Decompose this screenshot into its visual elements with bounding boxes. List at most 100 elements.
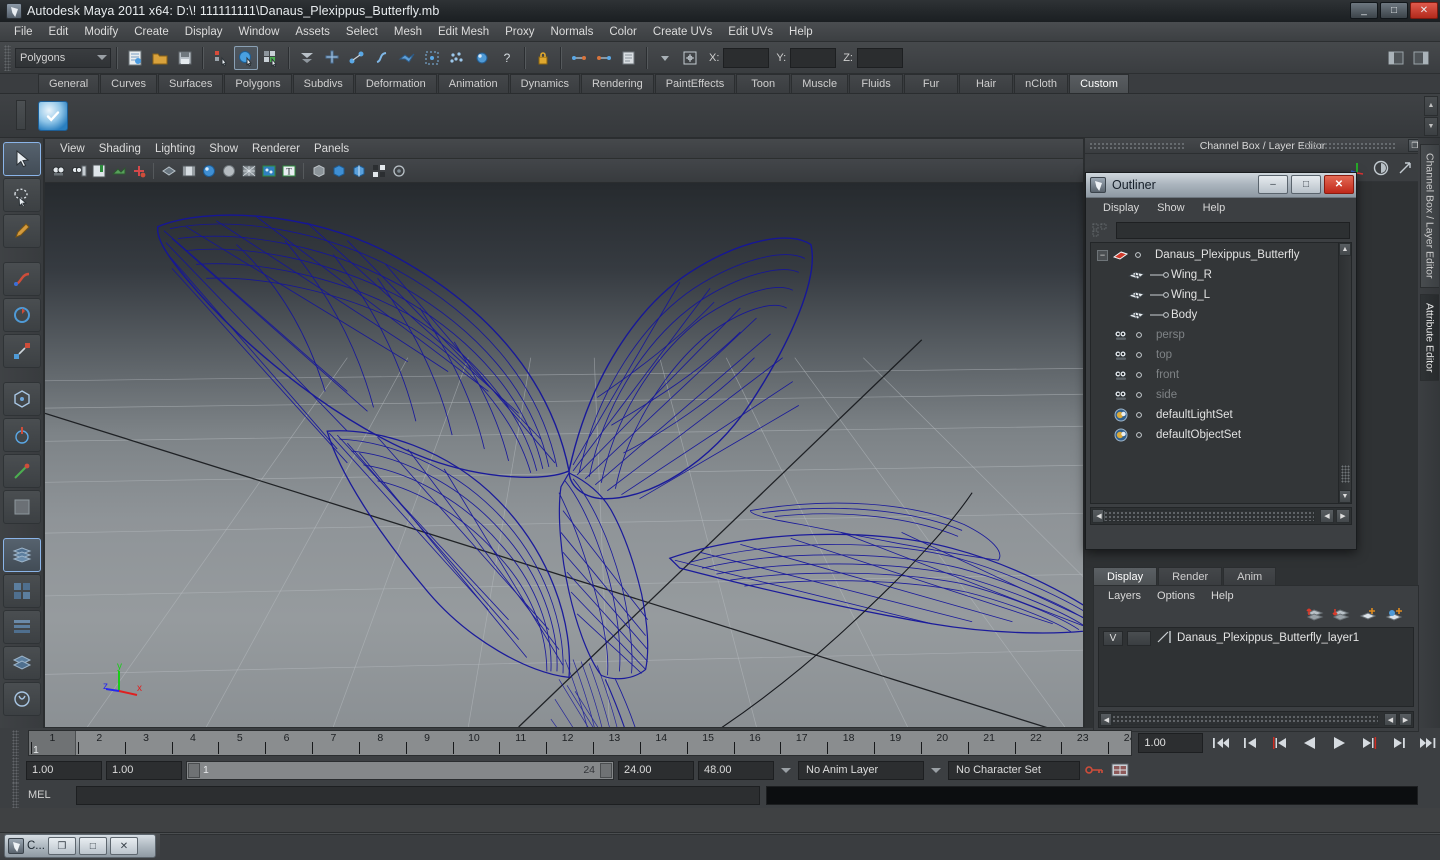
- outliner-item-front[interactable]: front: [1091, 365, 1351, 385]
- layer-menu-options[interactable]: Options: [1149, 588, 1203, 604]
- layer-editor-tab-anim[interactable]: Anim: [1223, 567, 1277, 585]
- shelf-tab-subdivs[interactable]: Subdivs: [292, 74, 354, 93]
- texture-display-icon[interactable]: [259, 161, 278, 180]
- component-mask-icon[interactable]: [295, 46, 319, 70]
- outliner-horizontal-scrollbar[interactable]: ◀ ◀ ▶: [1090, 507, 1352, 525]
- soft-modification-icon[interactable]: [2, 418, 41, 452]
- auto-key-icon[interactable]: [1084, 762, 1106, 778]
- close-button[interactable]: ✕: [1410, 2, 1438, 19]
- show-manipulator-icon[interactable]: [2, 454, 41, 488]
- layout-stack-icon[interactable]: [2, 646, 41, 680]
- new-layer-icon[interactable]: [1358, 606, 1378, 624]
- camera-attributes-icon[interactable]: [69, 161, 88, 180]
- layout-four-pane-icon[interactable]: [2, 574, 41, 608]
- absolute-transform-icon[interactable]: [678, 46, 702, 70]
- shelf-tab-deformation[interactable]: Deformation: [354, 74, 437, 93]
- shelf-tab-animation[interactable]: Animation: [437, 74, 509, 93]
- menu-item-file[interactable]: File: [6, 24, 41, 40]
- shelf-tab-hair[interactable]: Hair: [959, 74, 1014, 93]
- play-backwards-button[interactable]: [1298, 732, 1322, 754]
- render-view-icon[interactable]: [470, 46, 494, 70]
- shelf-tab-painteffects[interactable]: PaintEffects: [654, 74, 736, 93]
- bookmarks-icon[interactable]: [89, 161, 108, 180]
- use-default-material-icon[interactable]: T: [279, 161, 298, 180]
- range-left-handle[interactable]: [188, 762, 200, 778]
- pivot-mode-chevron-icon[interactable]: [653, 46, 677, 70]
- layer-menu-help[interactable]: Help: [1203, 588, 1242, 604]
- character-set-chevron-icon[interactable]: [931, 767, 941, 773]
- outliner-search-input[interactable]: [1116, 221, 1350, 239]
- outliner-tree[interactable]: − Danaus_Plexippus_Butterfly Wing_R Wing_L B…: [1090, 242, 1352, 504]
- layer-horizontal-scrollbar[interactable]: ◀ ◀ ▶: [1098, 711, 1414, 728]
- range-right-handle[interactable]: [600, 762, 612, 778]
- shelf-tab-custom[interactable]: Custom: [1069, 74, 1129, 93]
- menu-item-create[interactable]: Create: [126, 24, 177, 40]
- shelf-scroll-up-icon[interactable]: ▲: [1424, 96, 1438, 116]
- x-coord-field[interactable]: [723, 47, 770, 68]
- anim-layer-field[interactable]: No Anim Layer: [798, 760, 924, 780]
- last-tool-used-icon[interactable]: [2, 490, 41, 524]
- playback-end-time-field[interactable]: 24.00: [618, 760, 694, 780]
- shelf-tab-dynamics[interactable]: Dynamics: [509, 74, 580, 93]
- menuset-selector[interactable]: Polygons: [15, 47, 111, 68]
- outliner-item-wing_l[interactable]: Wing_L: [1091, 285, 1351, 305]
- lock-icon[interactable]: [531, 46, 555, 70]
- outliner-item-wing_r[interactable]: Wing_R: [1091, 265, 1351, 285]
- lasso-tool-icon[interactable]: [2, 178, 41, 212]
- construction-history-icon[interactable]: [617, 46, 641, 70]
- viewport-menu-lighting[interactable]: Lighting: [148, 141, 202, 157]
- outliner-hscroll-thumb[interactable]: [1103, 510, 1315, 522]
- side-tab-attribute-editor[interactable]: Attribute Editor: [1419, 293, 1439, 381]
- playback-start-time-field[interactable]: 1.00: [106, 760, 182, 780]
- layout-hypergraph-icon[interactable]: [2, 682, 41, 716]
- menu-item-edit[interactable]: Edit: [41, 24, 77, 40]
- menu-item-select[interactable]: Select: [338, 24, 386, 40]
- outliner-item-body[interactable]: Body: [1091, 305, 1351, 325]
- z-coord-field[interactable]: [856, 47, 903, 68]
- layer-color-swatch-icon[interactable]: [1155, 630, 1173, 647]
- viewport-menu-show[interactable]: Show: [202, 141, 245, 157]
- menu-item-proxy[interactable]: Proxy: [497, 24, 542, 40]
- go-to-start-button[interactable]: [1209, 732, 1233, 754]
- layer-list[interactable]: V Danaus_Plexippus_Butterfly_layer1: [1098, 627, 1414, 707]
- time-slider[interactable]: 1 1 2 3 4 5 6 7 8 9 10 11 12 13 14 15 16 17 18 19 20 21 22 23 2…: [28, 730, 1133, 756]
- shelf-tab-general[interactable]: General: [38, 74, 100, 93]
- snap-to-grid-icon[interactable]: [320, 46, 344, 70]
- new-scene-icon[interactable]: [123, 46, 147, 70]
- go-to-end-button[interactable]: [1416, 732, 1440, 754]
- outliner-maximize-button[interactable]: □: [1291, 175, 1321, 194]
- range-slider-bar[interactable]: 1 24: [186, 760, 614, 780]
- smooth-shade-all-icon[interactable]: [199, 161, 218, 180]
- select-by-hierarchy-icon[interactable]: [209, 46, 233, 70]
- scale-tool-icon[interactable]: [2, 334, 41, 368]
- output-connections-icon[interactable]: [592, 46, 616, 70]
- shelf-tab-polygons[interactable]: Polygons: [224, 74, 292, 93]
- rotate-tool-icon[interactable]: [2, 298, 41, 332]
- move-tool-icon[interactable]: [2, 262, 41, 296]
- menu-item-edit-uvs[interactable]: Edit UVs: [720, 24, 781, 40]
- move-layer-down-icon[interactable]: [1332, 606, 1352, 624]
- layer-editor-tab-render[interactable]: Render: [1158, 567, 1223, 585]
- outliner-item-danaus_plexippus_butterfly[interactable]: − Danaus_Plexippus_Butterfly: [1091, 245, 1351, 265]
- play-forwards-button[interactable]: [1328, 732, 1352, 754]
- menu-item-mesh[interactable]: Mesh: [386, 24, 430, 40]
- animation-preferences-icon[interactable]: [1110, 762, 1130, 778]
- two-d-pan-zoom-icon[interactable]: [129, 161, 148, 180]
- outliner-scroll-up-icon[interactable]: ▲: [1339, 243, 1351, 256]
- show-hide-ui-left-icon[interactable]: [1384, 46, 1408, 70]
- menu-item-assets[interactable]: Assets: [287, 24, 338, 40]
- outliner-minimize-button[interactable]: –: [1258, 175, 1288, 194]
- viewport-menu-renderer[interactable]: Renderer: [245, 141, 307, 157]
- side-tab-channel-box[interactable]: Channel Box / Layer Editor: [1419, 144, 1439, 288]
- viewport-menu-panels[interactable]: Panels: [307, 141, 356, 157]
- outliner-expand-toggle[interactable]: −: [1097, 249, 1108, 261]
- shelf-tab-surfaces[interactable]: Surfaces: [157, 74, 224, 93]
- animation-start-time-field[interactable]: 1.00: [26, 760, 102, 780]
- menu-item-edit-mesh[interactable]: Edit Mesh: [430, 24, 497, 40]
- outliner-close-button[interactable]: ✕: [1324, 175, 1354, 194]
- shelf-tab-ncloth[interactable]: nCloth: [1014, 74, 1069, 93]
- outliner-menu-help[interactable]: Help: [1194, 200, 1235, 216]
- snap-to-plane-icon[interactable]: [395, 46, 419, 70]
- move-layer-up-icon[interactable]: [1306, 606, 1326, 624]
- viewport-renderer-icon[interactable]: [389, 161, 408, 180]
